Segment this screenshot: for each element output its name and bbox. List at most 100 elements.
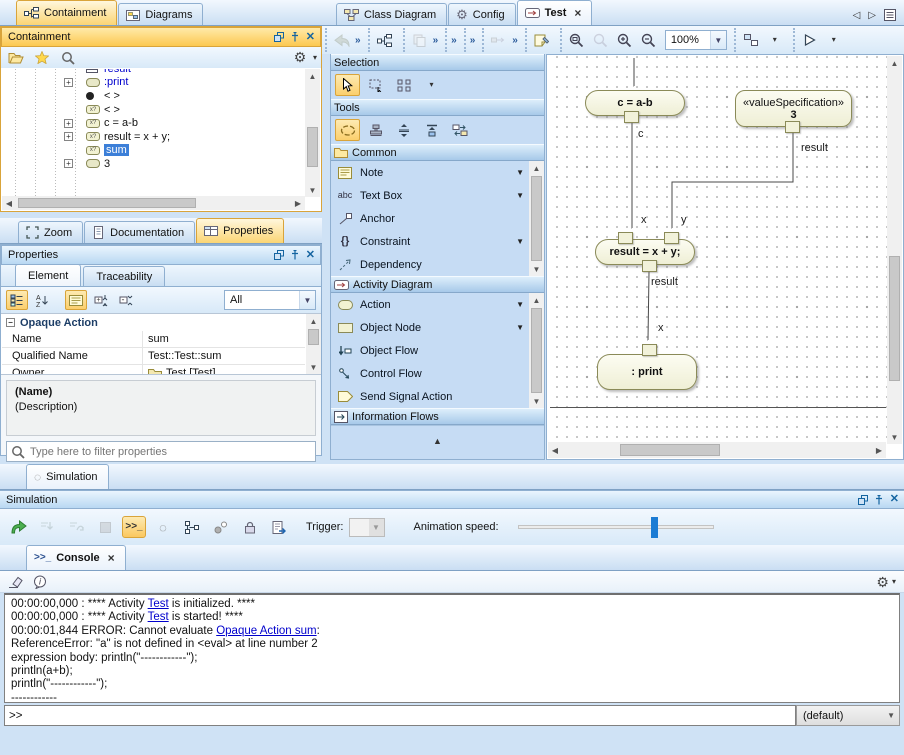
palette-item-object-flow[interactable]: Object Flow xyxy=(331,339,544,362)
tab-class-diagram[interactable]: Class Diagram xyxy=(336,3,447,25)
console-profile-dropdown[interactable]: (default) ▼ xyxy=(796,705,900,726)
shapes-icon[interactable] xyxy=(531,30,553,50)
tab-diagrams[interactable]: Diagrams xyxy=(118,3,203,25)
property-value[interactable]: Test::Test::sum xyxy=(142,348,305,364)
tree-expander-icon[interactable]: + xyxy=(64,119,73,128)
tree-item[interactable]: x?< > xyxy=(2,103,305,117)
dropdown-arrow-icon[interactable]: ▼ xyxy=(516,191,524,200)
activity-pin[interactable] xyxy=(624,111,639,123)
select-cursor-icon[interactable] xyxy=(335,74,360,96)
tree-expander-icon[interactable]: + xyxy=(64,78,73,87)
palette-item-text-box[interactable]: abcText Box▼ xyxy=(331,184,544,207)
sticky-tool-icon[interactable] xyxy=(335,119,360,141)
tree-item[interactable]: result xyxy=(2,69,305,76)
overflow-icon[interactable]: » xyxy=(512,34,518,46)
close-panel-icon[interactable]: ✕ xyxy=(306,32,315,43)
overflow-icon[interactable]: » xyxy=(433,34,439,46)
palette-scroll-up-button[interactable]: ▲ xyxy=(331,425,544,455)
animation-icon[interactable]: ◌ xyxy=(151,516,175,538)
console-log-link[interactable]: Opaque Action sum xyxy=(216,625,316,637)
layout-icon[interactable] xyxy=(740,30,762,50)
palette-section-common[interactable]: Common xyxy=(331,144,544,161)
tab-console[interactable]: >>_ Console × xyxy=(26,545,126,570)
tree-item[interactable]: x?sum xyxy=(2,144,305,158)
properties-filter-input[interactable] xyxy=(30,446,311,458)
overflow-icon[interactable]: » xyxy=(451,34,457,46)
next-diagram-tab-icon[interactable]: ▷ xyxy=(868,10,876,21)
properties-table[interactable]: −Opaque ActionNamesumQualified NameTest:… xyxy=(2,314,305,374)
float-panel-icon[interactable] xyxy=(274,250,284,260)
console-settings-dropdown-arrow-icon[interactable]: ▾ xyxy=(892,577,896,586)
search-icon[interactable] xyxy=(57,48,79,68)
collapse-group-icon[interactable]: − xyxy=(6,318,15,327)
console-log[interactable]: 00:00:00,000 : **** Activity Test is ini… xyxy=(4,593,900,703)
activity-pin[interactable] xyxy=(642,344,657,356)
settings-dropdown-arrow-icon[interactable]: ▾ xyxy=(313,53,317,62)
palette-item-dependency[interactable]: Dependency xyxy=(331,253,544,276)
dropdown-arrow-icon[interactable]: ▾ xyxy=(764,30,786,50)
tab-element[interactable]: Element xyxy=(15,264,81,286)
close-panel-icon[interactable]: ✕ xyxy=(306,250,315,261)
tab-traceability[interactable]: Traceability xyxy=(83,266,165,286)
dropdown-arrow-icon[interactable]: ▼ xyxy=(516,168,524,177)
tab-simulation[interactable]: ◌ Simulation xyxy=(26,464,109,489)
pin-panel-icon[interactable] xyxy=(291,32,299,42)
show-description-icon[interactable] xyxy=(65,290,87,310)
info-icon[interactable]: i xyxy=(33,575,47,589)
tab-test[interactable]: Test× xyxy=(517,0,593,25)
activity-pin[interactable] xyxy=(785,121,800,133)
collapse-all-icon[interactable]: - xyxy=(115,290,137,310)
pin-panel-icon[interactable] xyxy=(875,495,883,505)
overflow-icon[interactable]: » xyxy=(355,34,361,46)
align-icon[interactable] xyxy=(419,119,444,141)
tree-item[interactable]: +x?c = a-b xyxy=(2,116,305,130)
tree-expander-icon[interactable]: + xyxy=(64,132,73,141)
categorized-view-icon[interactable] xyxy=(6,290,28,310)
sessions-icon[interactable] xyxy=(180,516,204,538)
close-panel-icon[interactable]: ✕ xyxy=(890,494,899,505)
console-icon[interactable]: >>_ xyxy=(122,516,146,538)
export-icon[interactable] xyxy=(267,516,291,538)
diagram-node-print[interactable]: : print xyxy=(597,354,697,390)
close-console-tab-icon[interactable]: × xyxy=(108,551,115,565)
execute-icon[interactable] xyxy=(799,30,821,50)
tab-config[interactable]: ⚙Config xyxy=(448,3,515,25)
diagram-tab-list-icon[interactable] xyxy=(884,9,896,21)
transform-icon[interactable] xyxy=(447,119,472,141)
tab-containment[interactable]: Containment xyxy=(16,0,117,25)
animation-speed-slider-thumb[interactable] xyxy=(651,517,658,538)
favorites-icon[interactable] xyxy=(31,48,53,68)
activity-edge[interactable] xyxy=(672,133,793,228)
zoom-fit-icon[interactable] xyxy=(566,30,588,50)
property-value[interactable]: sum xyxy=(142,331,305,347)
dropdown-arrow-icon[interactable]: ▾ xyxy=(823,30,845,50)
zoom-out-icon[interactable] xyxy=(638,30,660,50)
close-tab-icon[interactable]: × xyxy=(574,6,581,20)
palette-item-send-signal-action[interactable]: Send Signal Action xyxy=(331,385,544,408)
palette-section-tools[interactable]: Tools xyxy=(331,99,544,116)
palette-section-vscroll[interactable]: ▲▼ xyxy=(529,161,544,276)
containment-tree[interactable]: result+:print< >x?< >+x?c = a-b+x?result… xyxy=(2,69,305,197)
palette-item-control-flow[interactable]: Control Flow xyxy=(331,362,544,385)
tab-zoom[interactable]: Zoom xyxy=(18,221,83,243)
clear-console-icon[interactable] xyxy=(8,575,23,588)
distribute-icon[interactable] xyxy=(391,119,416,141)
properties-filter-box[interactable] xyxy=(6,441,316,462)
containment-tree-icon[interactable] xyxy=(374,30,396,50)
property-value[interactable]: Test [Test] xyxy=(142,365,305,374)
property-row[interactable]: Qualified NameTest::Test::sum xyxy=(2,348,305,365)
containment-tree-hscroll[interactable]: ◀ ▶ xyxy=(2,196,305,210)
diagram-canvas-surface[interactable]: c = a-b«valueSpecification»3result = x +… xyxy=(548,56,888,444)
properties-table-vscroll[interactable]: ▲ ▼ xyxy=(306,314,321,374)
property-row[interactable]: OwnerTest [Test] xyxy=(2,365,305,374)
activity-pin[interactable] xyxy=(618,232,633,244)
run-icon[interactable] xyxy=(6,516,30,538)
palette-section-activity-diagram[interactable]: Activity Diagram xyxy=(331,276,544,293)
dropdown-arrow-icon[interactable]: ▼ xyxy=(516,300,524,309)
palette-item-constraint[interactable]: {}Constraint▼ xyxy=(331,230,544,253)
tree-item[interactable]: < > xyxy=(2,89,305,103)
settings-icon[interactable]: ⚙ xyxy=(289,48,311,68)
zoom-in-icon[interactable] xyxy=(614,30,636,50)
diagram-canvas[interactable]: c = a-b«valueSpecification»3result = x +… xyxy=(546,54,904,460)
open-project-icon[interactable] xyxy=(5,48,27,68)
